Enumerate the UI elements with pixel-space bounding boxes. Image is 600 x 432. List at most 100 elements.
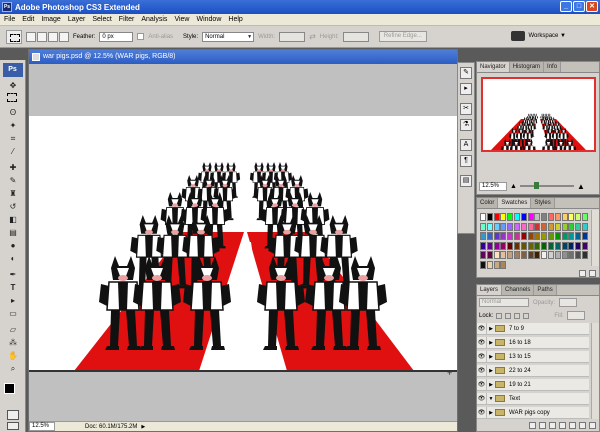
color-swatch[interactable] [514, 232, 520, 241]
color-swatch[interactable] [527, 241, 534, 250]
layer-comps-panel-icon[interactable]: ▤ [460, 175, 472, 187]
color-swatch[interactable] [486, 251, 493, 260]
slice-tool-icon[interactable]: ⁄ [7, 146, 19, 157]
new-swatch-icon[interactable] [579, 269, 586, 277]
color-swatch[interactable] [507, 213, 514, 221]
visibility-eye-icon[interactable]: 👁 [477, 392, 487, 405]
notes-tool-icon[interactable]: ▱ [7, 324, 19, 335]
color-swatch[interactable] [486, 232, 493, 241]
menu-filter[interactable]: Filter [119, 16, 135, 23]
eraser-tool-icon[interactable]: ◧ [7, 214, 19, 225]
color-swatch[interactable] [493, 241, 500, 250]
color-swatch[interactable] [561, 232, 568, 241]
refine-edge-button[interactable]: Refine Edge... [378, 31, 427, 42]
tab-swatches[interactable]: Swatches [498, 198, 532, 208]
menu-layer[interactable]: Layer [68, 16, 86, 23]
crop-tool-icon[interactable]: ⌗ [7, 133, 19, 144]
color-swatch[interactable] [554, 251, 561, 260]
new-selection-icon[interactable] [26, 31, 36, 42]
color-swatch[interactable] [486, 241, 493, 250]
intersect-selection-icon[interactable] [59, 31, 69, 42]
color-swatch[interactable] [514, 222, 520, 231]
anti-alias-checkbox[interactable] [137, 33, 145, 40]
color-swatch[interactable] [561, 241, 568, 250]
tab-navigator[interactable]: Navigator [477, 62, 510, 72]
expand-triangle-icon[interactable]: ▶ [487, 326, 495, 332]
tab-color[interactable]: Color [477, 198, 499, 208]
color-swatch[interactable] [561, 222, 568, 231]
color-swatch[interactable] [541, 241, 548, 250]
workspace-menu[interactable]: Workspace ▼ [511, 31, 566, 41]
tab-info[interactable]: Info [544, 62, 562, 72]
history-brush-tool-icon[interactable]: ↺ [7, 201, 19, 212]
color-swatch[interactable] [534, 251, 541, 260]
document-title-bar[interactable]: war pigs.psd @ 12.5% (WAR pigs, RGB/8) [29, 50, 457, 64]
color-swatch[interactable] [500, 241, 507, 250]
add-selection-icon[interactable] [37, 31, 47, 42]
lasso-tool-icon[interactable]: ʘ [7, 107, 19, 118]
color-swatch[interactable] [514, 241, 520, 250]
tool-presets-panel-icon[interactable]: ▸ [460, 83, 472, 95]
color-swatch[interactable] [520, 251, 527, 260]
color-swatch[interactable] [568, 251, 575, 260]
lock-all-icon[interactable] [523, 312, 530, 319]
color-swatch[interactable] [480, 232, 486, 241]
menu-select[interactable]: Select [92, 16, 111, 23]
menu-image[interactable]: Image [41, 16, 60, 23]
color-swatch[interactable] [520, 241, 527, 250]
color-swatch[interactable] [568, 213, 575, 221]
color-swatch[interactable] [548, 232, 554, 241]
color-swatch[interactable] [582, 222, 588, 231]
color-swatch[interactable] [582, 241, 588, 250]
color-swatch[interactable] [480, 222, 486, 231]
visibility-eye-icon[interactable]: 👁 [477, 322, 487, 335]
marquee-tool-preset-icon[interactable] [6, 29, 22, 44]
color-swatch[interactable] [575, 213, 582, 221]
color-swatch[interactable] [568, 241, 575, 250]
visibility-eye-icon[interactable]: 👁 [477, 406, 487, 419]
character-panel-icon[interactable]: A [460, 139, 472, 151]
minimize-button[interactable]: _ [560, 1, 572, 12]
zoom-level-field[interactable]: 12.5% [29, 422, 55, 431]
fill-field[interactable] [566, 311, 585, 320]
color-swatch[interactable] [480, 213, 486, 221]
color-swatch[interactable] [507, 232, 514, 241]
navigator-thumbnail[interactable] [481, 77, 596, 152]
hand-tool-icon[interactable]: ✋ [7, 350, 19, 361]
tab-channels[interactable]: Channels [502, 285, 535, 295]
close-button[interactable]: ✕ [586, 1, 598, 12]
move-tool-icon[interactable]: ✥ [7, 80, 19, 91]
width-input[interactable] [279, 31, 306, 42]
color-swatch[interactable] [554, 213, 561, 221]
menu-edit[interactable]: Edit [22, 16, 34, 23]
color-swatch[interactable] [500, 232, 507, 241]
color-swatch[interactable] [500, 251, 507, 260]
zoom-tool-icon[interactable]: ⌕ [7, 363, 19, 374]
layer-style-icon[interactable] [539, 421, 546, 429]
color-swatch[interactable] [548, 222, 554, 231]
color-swatch[interactable] [548, 213, 554, 221]
color-swatch[interactable] [561, 213, 568, 221]
paragraph-panel-icon[interactable]: ¶ [460, 155, 472, 167]
layers-scrollbar[interactable] [591, 323, 599, 419]
menu-help[interactable]: Help [228, 16, 242, 23]
lock-transparency-icon[interactable] [496, 312, 503, 319]
color-swatch[interactable] [514, 213, 520, 221]
actions-panel-icon[interactable]: ✂ [460, 103, 472, 115]
color-swatch[interactable] [582, 213, 588, 221]
pen-tool-icon[interactable]: ✒ [7, 269, 19, 280]
color-swatch[interactable] [554, 222, 561, 231]
history-panel-icon[interactable]: ⚗ [460, 119, 472, 131]
layer-mask-icon[interactable] [549, 421, 556, 429]
style-select[interactable]: Normal ▼ [202, 31, 255, 42]
expand-triangle-icon[interactable]: ▶ [487, 368, 495, 374]
adjustment-layer-icon[interactable] [559, 421, 566, 429]
color-swatch[interactable] [486, 222, 493, 231]
zoom-in-icon[interactable]: ▲ [577, 182, 585, 191]
layer-row[interactable]: 👁 ▶ 22 to 24 [477, 364, 589, 377]
layer-row[interactable]: 👁 ▼ Text [477, 392, 589, 405]
brushes-panel-icon[interactable]: ✎ [460, 67, 472, 79]
color-swatch[interactable] [541, 213, 548, 221]
color-swatch[interactable] [486, 213, 493, 221]
layer-row[interactable]: 👁 ▶ 13 to 15 [477, 350, 589, 363]
